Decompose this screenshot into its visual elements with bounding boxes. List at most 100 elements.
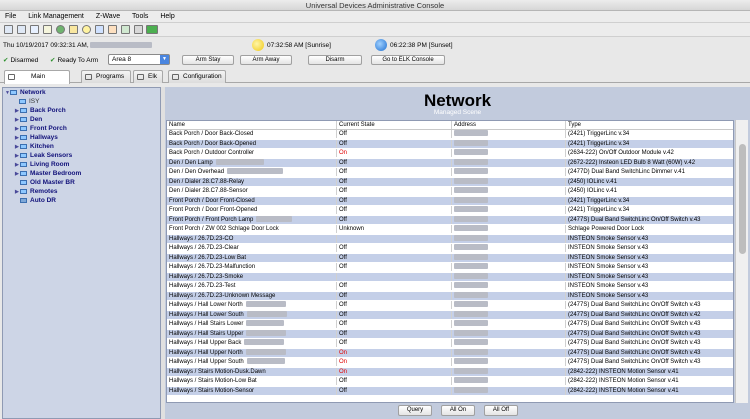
- ready-label: Ready To Arm: [57, 57, 99, 64]
- toolbar-icon-8[interactable]: [94, 25, 104, 34]
- tab-programs[interactable]: Programs: [81, 70, 131, 83]
- table-row[interactable]: Hallways / 26.7D.23-Low Bat Off INSTEON Sm…: [167, 253, 733, 262]
- toolbar-icon-11[interactable]: [133, 25, 143, 34]
- table-row[interactable]: Den / Dialer 28.C7.88-Relay Off (2450) IOL…: [167, 177, 733, 186]
- table-row[interactable]: Hallways / Stairs Motion-Sensor Off (2842-…: [167, 386, 733, 395]
- menu-link-management[interactable]: Link Management: [23, 11, 89, 23]
- tree-item-back-porch[interactable]: ▶ Back Porch: [15, 107, 66, 115]
- cell-address: [451, 348, 565, 357]
- tab-configuration[interactable]: Configuration: [168, 70, 226, 83]
- table-row[interactable]: Front Porch / ZW 002 Schlage Door Lock Un…: [167, 225, 733, 233]
- name-redacted: [245, 301, 286, 308]
- globe-icon[interactable]: [55, 25, 65, 34]
- battery-icon[interactable]: [146, 25, 159, 34]
- header-name[interactable]: Name: [169, 121, 335, 129]
- table-row[interactable]: Back Porch / Door Back-Closed Off (2421) T…: [167, 130, 733, 138]
- cell-name: Back Porch / Door Back-Opened: [169, 140, 335, 148]
- name-redacted: [246, 320, 285, 327]
- tree-item-leak-sensors[interactable]: ▶ Leak Sensors: [15, 152, 72, 160]
- cell-address: [451, 225, 565, 233]
- tree-item-label: ISY: [29, 98, 40, 105]
- tree-item-old-master-br[interactable]: Old Master BR: [20, 179, 75, 187]
- menu-help[interactable]: Help: [155, 11, 179, 23]
- table-row[interactable]: Hallways / Hall Lower North Off (2477S) Du…: [167, 301, 733, 309]
- cell-address: [451, 130, 565, 138]
- chart-icon[interactable]: [107, 25, 117, 34]
- cell-name-text: Front Porch / Front Porch Lamp: [169, 216, 254, 223]
- cell-name-text: Front Porch / Door Front-Closed: [169, 197, 255, 204]
- toolbar-icon-10[interactable]: [120, 25, 130, 34]
- wrench-icon: [172, 74, 179, 80]
- address-redacted: [454, 130, 488, 137]
- menu-file[interactable]: File: [0, 11, 21, 23]
- tree-item-den[interactable]: ▶ Den: [15, 116, 42, 124]
- table-row[interactable]: Hallways / Hall Upper Back Off (2477S) Dua…: [167, 339, 733, 347]
- bulb-icon[interactable]: [81, 25, 91, 34]
- all-off-button[interactable]: All Off: [484, 405, 518, 416]
- menu-z-wave[interactable]: Z-Wave: [91, 11, 125, 23]
- page-title: Network: [423, 91, 492, 110]
- table-row[interactable]: Hallways / Hall Upper North On (2477S) Dua…: [167, 348, 733, 357]
- tab-elk[interactable]: Elk: [133, 70, 163, 83]
- table-row[interactable]: Front Porch / Door Front-Closed Off (2421)…: [167, 196, 733, 205]
- table-row[interactable]: Hallways / Stairs Motion-Dusk.Dawn On (284…: [167, 367, 733, 376]
- toolbar-icon-2[interactable]: [16, 25, 26, 34]
- area-select[interactable]: Area 8 ▼: [108, 54, 170, 65]
- cell-name: Den / Den Lamp: [169, 158, 335, 167]
- table-row[interactable]: Hallways / 26.7D.23-Unknown Message Off IN…: [167, 291, 733, 300]
- table-row[interactable]: Hallways / Hall Stairs Upper Off (2477S) D…: [167, 329, 733, 338]
- menu-bar: File Link Management Z-Wave Tools Help: [0, 11, 750, 23]
- header-current-state[interactable]: Current State: [336, 121, 451, 129]
- tree-item-isy[interactable]: ISY: [19, 98, 39, 106]
- tree-item-kitchen[interactable]: ▶ Kitchen: [15, 143, 54, 151]
- name-redacted: [215, 158, 264, 165]
- menu-tools[interactable]: Tools: [127, 11, 153, 23]
- table-row[interactable]: Hallways / Hall Lower South Off (2477S) Du…: [167, 310, 733, 319]
- cell-type: (2450) IOLinc v.41: [565, 187, 733, 195]
- query-button[interactable]: Query: [398, 405, 432, 416]
- table-row[interactable]: Hallways / 26.7D.23-CO INSTEON Smoke Sens…: [167, 234, 733, 243]
- toolbar-icon-3[interactable]: [29, 25, 39, 34]
- tree-item-master-bedroom[interactable]: ▶ Master Bedroom: [15, 170, 81, 178]
- arm-away-button[interactable]: Arm Away: [240, 55, 292, 65]
- header-type[interactable]: Type: [565, 121, 733, 129]
- table-row[interactable]: Front Porch / Front Porch Lamp Off (2477S)…: [167, 215, 733, 224]
- table-row[interactable]: Den / Dialer 28.C7.88-Sensor Off (2450) IO…: [167, 187, 733, 195]
- tree-item-living-room[interactable]: ▶ Living Room: [15, 161, 69, 169]
- table-row[interactable]: Den / Den Lamp Off (2672-222) Insteon LED …: [167, 158, 733, 167]
- vertical-scrollbar[interactable]: [735, 120, 748, 403]
- table-row[interactable]: Hallways / Hall Stairs Lower Off (2477S) D…: [167, 320, 733, 328]
- tab-main[interactable]: Main: [4, 70, 70, 84]
- main-panel: Network Managed Scene Name Current State…: [165, 87, 750, 419]
- cell-state: On: [336, 358, 451, 366]
- table-row[interactable]: Hallways / 26.7D.23-Malfunction Off INSTEO…: [167, 263, 733, 271]
- disarm-button[interactable]: Disarm: [308, 55, 362, 65]
- toolbar-icon-6[interactable]: [68, 25, 78, 34]
- go-to-elk-console-button[interactable]: Go to ELK Console: [371, 55, 445, 65]
- toolbar-icon-4[interactable]: [42, 25, 52, 34]
- table-row[interactable]: Hallways / Hall Upper South On (2477S) Dua…: [167, 358, 733, 366]
- cell-name-text: Hallways / 26.7D.23-Malfunction: [169, 264, 256, 270]
- table-row[interactable]: Den / Den Overhead Off (2477D) Dual Band S…: [167, 168, 733, 176]
- tab-elk-label: Elk: [148, 73, 158, 80]
- table-row[interactable]: Hallways / 26.7D.23-Smoke INSTEON Smoke S…: [167, 272, 733, 281]
- all-on-button[interactable]: All On: [441, 405, 475, 416]
- table-row[interactable]: Back Porch / Outdoor Controller On (2634-2…: [167, 149, 733, 157]
- scrollbar-thumb[interactable]: [739, 144, 746, 254]
- tree-item-remotes[interactable]: ▶ Remotes: [15, 188, 57, 196]
- address-redacted: [454, 291, 488, 298]
- address-redacted: [454, 149, 488, 156]
- arm-stay-button[interactable]: Arm Stay: [182, 55, 234, 65]
- tree-item-hallways[interactable]: ▶ Hallways: [15, 134, 58, 142]
- table-row[interactable]: Front Porch / Door Front-Opened Off (2421)…: [167, 206, 733, 214]
- tree-root-network[interactable]: ▼ Network: [5, 89, 46, 97]
- tree-item-auto-dr[interactable]: Auto DR: [20, 197, 56, 205]
- header-address[interactable]: Address: [451, 121, 565, 129]
- tree-item-front-porch[interactable]: ▶ Front Porch: [15, 125, 67, 133]
- table-row[interactable]: Hallways / 26.7D.23-Test Off INSTEON Smoke…: [167, 282, 733, 290]
- toolbar-icon-1[interactable]: [4, 25, 13, 34]
- table-row[interactable]: Hallways / 26.7D.23-Clear Off INSTEON Smok…: [167, 244, 733, 252]
- table-row[interactable]: Back Porch / Door Back-Opened Off (2421) T…: [167, 139, 733, 148]
- cell-address: [451, 386, 565, 395]
- table-row[interactable]: Hallways / Stairs Motion-Low Bat Off (2842…: [167, 377, 733, 385]
